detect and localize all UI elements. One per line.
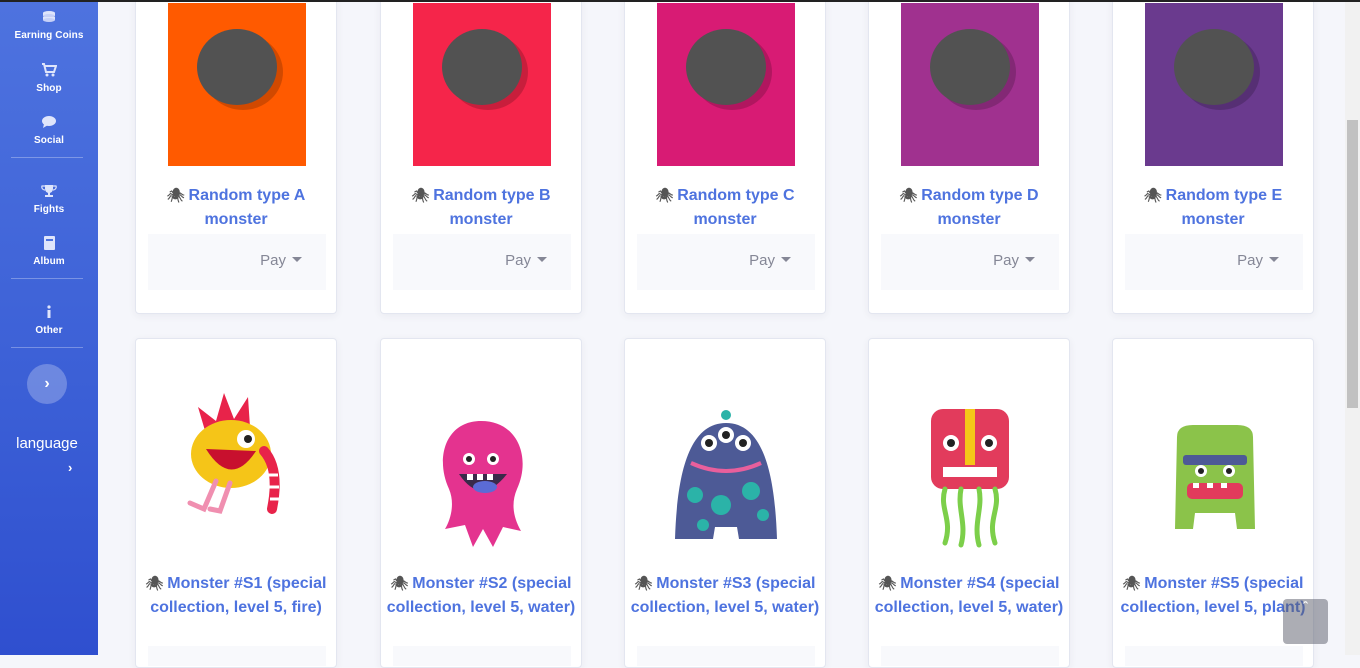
back-to-top-button[interactable]: ˆ: [1283, 599, 1328, 644]
product-title[interactable]: 🕷 Monster #S4 (special collection, level …: [869, 571, 1069, 620]
pay-panel: Pay: [637, 234, 815, 290]
trophy-icon: [41, 185, 57, 197]
blue-three-eyed-monster-image: [675, 410, 777, 539]
monster-icon: 🕷: [166, 187, 185, 203]
pay-panel: Pay: [1125, 234, 1303, 290]
chevron-up-icon: ˆ: [1302, 600, 1309, 617]
sidebar-item-shop[interactable]: Shop: [0, 63, 98, 96]
monster-icon: 🕷: [899, 187, 918, 203]
sidebar-item-earning-coins[interactable]: Earning Coins: [0, 10, 98, 43]
info-icon: [47, 305, 51, 318]
monster-icon: 🕷: [1143, 187, 1162, 203]
product-title[interactable]: 🕷 Random type D monster: [869, 183, 1069, 232]
product-title[interactable]: 🕷 Monster #S2 (special collection, level …: [381, 571, 581, 620]
monster-icon: 🕷: [655, 187, 674, 203]
product-title[interactable]: 🕷 Monster #S1 (special collection, level …: [136, 571, 336, 620]
sidebar-item-other[interactable]: Other: [0, 305, 98, 338]
sidebar-item-label: Fights: [33, 204, 65, 215]
pay-panel: Pay: [881, 234, 1059, 290]
pay-panel: [637, 646, 815, 666]
caret-down-icon: [1269, 256, 1279, 262]
sidebar: Earning Coins Shop Social Fights Album O…: [0, 0, 98, 655]
pay-dropdown-button[interactable]: Pay: [505, 252, 547, 269]
caret-down-icon: [292, 256, 302, 262]
product-title[interactable]: 🕷 Random type B monster: [381, 183, 581, 232]
product-card: 🕷 Random type A monster Pay: [135, 0, 337, 314]
language-label[interactable]: language: [0, 435, 94, 452]
sidebar-item-label: Social: [33, 135, 65, 146]
monster-icon: 🕷: [390, 575, 409, 591]
red-tentacle-monster-image: [931, 409, 1009, 548]
pay-dropdown-button[interactable]: Pay: [260, 252, 302, 269]
monster-icon: 🕷: [1122, 575, 1141, 591]
sidebar-item-label: Shop: [36, 83, 62, 94]
yellow-bird-monster-image: [187, 393, 280, 514]
monster-icon: 🕷: [634, 575, 653, 591]
pay-panel: [881, 646, 1059, 666]
pay-dropdown-button[interactable]: Pay: [749, 252, 791, 269]
product-card: 🕷 Random type B monster Pay: [380, 0, 582, 314]
comment-icon: [42, 116, 56, 128]
product-card: 🕷 Monster #S4 (special collection, level …: [868, 338, 1070, 668]
sidebar-divider: [11, 278, 83, 279]
mystery-monster-image: [1145, 3, 1283, 166]
page-scrollbar[interactable]: [1345, 0, 1360, 655]
pay-panel: [393, 646, 571, 666]
monster-icon: 🕷: [145, 575, 164, 591]
mystery-monster-image: [901, 3, 1039, 166]
product-title[interactable]: 🕷 Random type C monster: [625, 183, 825, 232]
product-title[interactable]: 🕷 Random type E monster: [1113, 183, 1313, 232]
product-card: 🕷 Random type D monster Pay: [868, 0, 1070, 314]
mystery-monster-image: [168, 3, 306, 166]
product-card: 🕷 Monster #S3 (special collection, level …: [624, 338, 826, 668]
mystery-monster-image: [413, 3, 551, 166]
book-icon: [44, 236, 55, 250]
top-border: [0, 0, 1360, 2]
sidebar-divider: [11, 157, 83, 158]
sidebar-item-label: Album: [33, 256, 65, 267]
monster-icon: 🕷: [411, 187, 430, 203]
sidebar-divider: [11, 347, 83, 348]
sidebar-item-album[interactable]: Album: [0, 236, 98, 269]
mystery-monster-image: [657, 3, 795, 166]
sidebar-item-label: Other: [35, 325, 63, 336]
pay-panel: [1125, 646, 1303, 666]
monster-icon: 🕷: [878, 575, 897, 591]
green-block-monster-image: [1175, 425, 1255, 529]
product-card: 🕷 Monster #S1 (special collection, level …: [135, 338, 337, 668]
pay-panel: Pay: [393, 234, 571, 290]
cart-icon: [42, 63, 57, 77]
sidebar-toggle-button[interactable]: ›: [27, 364, 67, 404]
scrollbar-thumb[interactable]: [1347, 120, 1358, 408]
pay-dropdown-button[interactable]: Pay: [993, 252, 1035, 269]
caret-down-icon: [1025, 256, 1035, 262]
product-title[interactable]: 🕷 Random type A monster: [136, 183, 336, 232]
pay-dropdown-button[interactable]: Pay: [1237, 252, 1279, 269]
sidebar-item-social[interactable]: Social: [0, 115, 98, 148]
pay-panel: [148, 646, 326, 666]
product-card: 🕷 Random type C monster Pay: [624, 0, 826, 314]
caret-down-icon: [537, 256, 547, 262]
sidebar-item-fights[interactable]: Fights: [0, 184, 98, 217]
product-card: 🕷 Random type E monster Pay: [1112, 0, 1314, 314]
pay-panel: Pay: [148, 234, 326, 290]
coins-icon: [43, 11, 55, 22]
product-title[interactable]: 🕷 Monster #S3 (special collection, level …: [625, 571, 825, 620]
chevron-right-icon[interactable]: ›: [68, 460, 72, 475]
chevron-right-icon: ›: [44, 375, 50, 392]
sidebar-item-label: Earning Coins: [14, 30, 84, 41]
product-card: 🕷 Monster #S2 (special collection, level …: [380, 338, 582, 668]
caret-down-icon: [781, 256, 791, 262]
pink-fluffy-monster-image: [442, 421, 523, 547]
